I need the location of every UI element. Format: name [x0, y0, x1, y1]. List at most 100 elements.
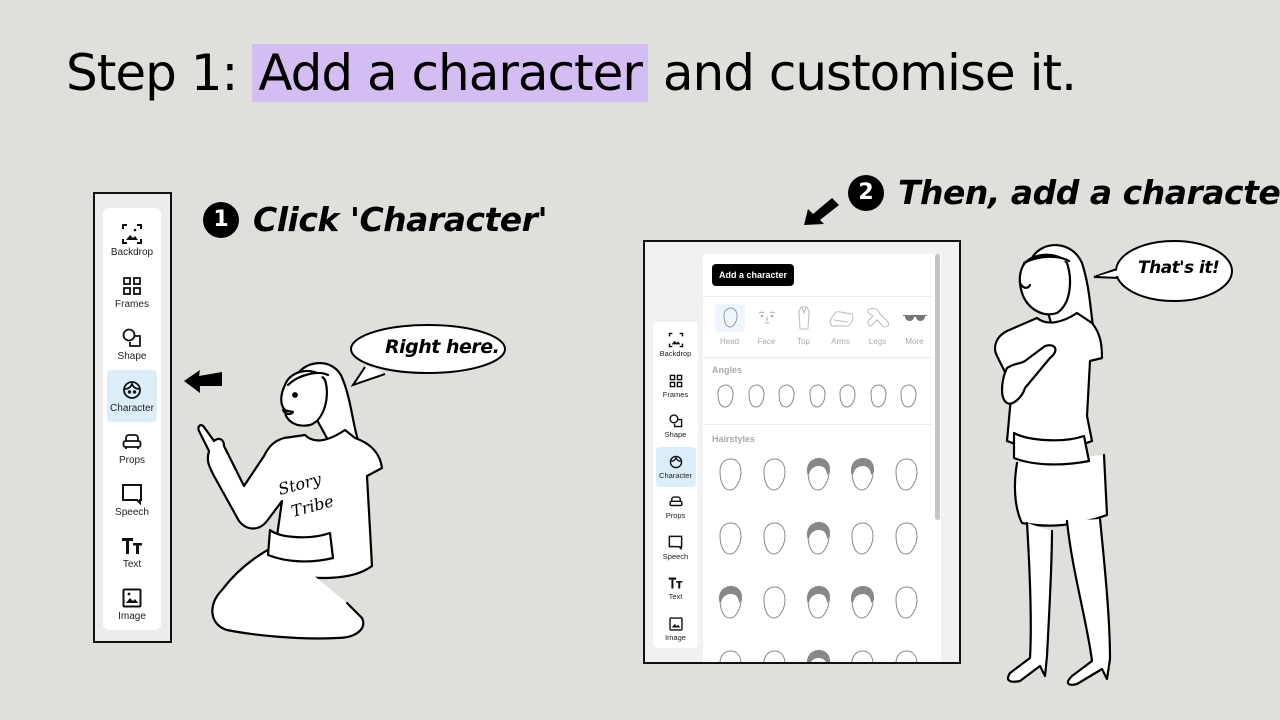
- hairstyle-option[interactable]: [715, 521, 745, 562]
- character-panel: Add a character Head Face Top Arms Legs: [703, 254, 941, 662]
- hairstyle-icon: [851, 522, 874, 555]
- title-highlight: Add a character: [252, 44, 648, 102]
- hairstyle-option[interactable]: [803, 521, 833, 562]
- hairstyle-option[interactable]: [759, 457, 789, 498]
- girl-standing-illustration: [993, 244, 1112, 686]
- sidebar-item-label: Image: [665, 632, 686, 642]
- sidebar-item-label: Frames: [115, 298, 149, 310]
- sidebar-item-label: Props: [118, 454, 146, 466]
- angle-option[interactable]: [837, 384, 868, 415]
- hairstyle-option[interactable]: [847, 649, 877, 662]
- image-icon: [668, 616, 684, 632]
- text-icon: [121, 535, 143, 557]
- head-angle-icon: [717, 384, 734, 408]
- mini-sidebar-item-backdrop[interactable]: Backdrop: [656, 325, 696, 366]
- angle-option[interactable]: [746, 384, 777, 415]
- angle-option[interactable]: [898, 384, 929, 415]
- hairstyle-option[interactable]: [759, 585, 789, 626]
- sidebar-item-label: Image: [118, 610, 146, 622]
- girl-kneeling-illustration: Story Tribe: [197, 362, 384, 640]
- angle-option[interactable]: [715, 384, 746, 415]
- mini-sidebar-item-character[interactable]: Character: [655, 446, 696, 487]
- legs-thumbnail-icon: [863, 304, 893, 332]
- hairstyle-icon: [763, 586, 786, 619]
- mini-sidebar-item-speech[interactable]: Speech: [656, 528, 696, 569]
- shape-icon: [121, 327, 143, 349]
- hairstyle-option[interactable]: [891, 457, 921, 498]
- arrow-down-left-icon: [804, 198, 839, 225]
- hairstyle-option[interactable]: [803, 649, 833, 662]
- hairstyle-icon: [806, 650, 831, 662]
- sidebar-item-label: Shape: [664, 430, 687, 440]
- sidebar-item-text[interactable]: Text: [107, 526, 157, 578]
- hairstyle-icon: [718, 586, 743, 619]
- hairstyle-option[interactable]: [847, 521, 877, 562]
- hairstyle-option[interactable]: [759, 649, 789, 662]
- top-thumbnail-icon: [789, 304, 819, 332]
- sidebar-item-label: Text: [122, 558, 142, 570]
- sidebar-item-label: Props: [665, 511, 686, 521]
- hairstyle-icon: [806, 458, 831, 491]
- head-thumbnail-icon: [714, 304, 745, 332]
- hairstyle-icon: [895, 586, 918, 619]
- sidebar-item-image[interactable]: Image: [107, 578, 157, 630]
- hairstyle-option[interactable]: [803, 585, 833, 626]
- bubble-2-text: That's it!: [1138, 258, 1220, 278]
- shape-icon: [668, 413, 684, 429]
- hairstyle-option[interactable]: [715, 457, 745, 498]
- backdrop-icon: [121, 223, 143, 245]
- hairstyle-option[interactable]: [891, 649, 921, 662]
- hairstyle-icon: [851, 650, 874, 662]
- hairstyle-icon: [850, 586, 875, 619]
- hairstyle-icon: [719, 522, 742, 555]
- head-angle-icon: [778, 384, 795, 408]
- hairstyle-option[interactable]: [891, 585, 921, 626]
- hairstyle-option[interactable]: [715, 585, 745, 626]
- hairstyle-icon: [763, 522, 786, 555]
- hairstyle-option[interactable]: [891, 521, 921, 562]
- frames-icon: [121, 275, 143, 297]
- head-angle-icon: [839, 384, 856, 408]
- hairstyle-icon: [763, 650, 786, 662]
- frames-icon: [668, 373, 684, 389]
- sidebar-item-character[interactable]: Character: [107, 370, 157, 422]
- sidebar-item-label: Shape: [117, 350, 147, 362]
- props-icon: [668, 494, 684, 510]
- face-thumbnail-icon: [752, 304, 782, 332]
- add-character-button[interactable]: Add a character: [712, 264, 795, 286]
- angle-option[interactable]: [776, 384, 807, 415]
- sidebar-item-speech[interactable]: Speech: [107, 474, 157, 526]
- scrollbar[interactable]: [935, 254, 940, 520]
- category-tab-arms[interactable]: Arms: [822, 304, 859, 346]
- speech-bubble-2: That's it!: [1090, 238, 1235, 306]
- category-tab-head[interactable]: Head: [711, 304, 748, 346]
- sidebar-item-props[interactable]: Props: [107, 422, 157, 474]
- category-tab-more[interactable]: More: [896, 304, 933, 346]
- hairstyle-option[interactable]: [803, 457, 833, 498]
- title-prefix: Step 1:: [66, 44, 238, 102]
- divider: [703, 296, 933, 297]
- mini-sidebar-item-text[interactable]: Text: [656, 568, 696, 609]
- sidebar-item-backdrop[interactable]: Backdrop: [107, 214, 157, 266]
- page-title: Step 1: Add a character and customise it…: [66, 44, 1077, 102]
- category-label: Legs: [868, 337, 887, 346]
- angle-option[interactable]: [807, 384, 838, 415]
- category-tab-top[interactable]: Top: [785, 304, 822, 346]
- speech-icon: [121, 483, 143, 505]
- mini-sidebar-item-shape[interactable]: Shape: [656, 406, 696, 447]
- sidebar-item-frames[interactable]: Frames: [107, 266, 157, 318]
- sidebar-item-label: Speech: [662, 551, 689, 561]
- hairstyle-option[interactable]: [847, 457, 877, 498]
- mini-sidebar-item-props[interactable]: Props: [656, 487, 696, 528]
- angle-option[interactable]: [868, 384, 899, 415]
- mini-sidebar-item-image[interactable]: Image: [656, 609, 696, 650]
- category-tab-face[interactable]: Face: [748, 304, 785, 346]
- hairstyle-option[interactable]: [759, 521, 789, 562]
- category-label: Top: [797, 337, 810, 346]
- hairstyle-option[interactable]: [847, 585, 877, 626]
- sidebar-item-shape[interactable]: Shape: [107, 318, 157, 370]
- character-icon: [121, 379, 143, 401]
- hairstyle-option[interactable]: [715, 649, 745, 662]
- mini-sidebar-item-frames[interactable]: Frames: [656, 366, 696, 407]
- category-tab-legs[interactable]: Legs: [859, 304, 896, 346]
